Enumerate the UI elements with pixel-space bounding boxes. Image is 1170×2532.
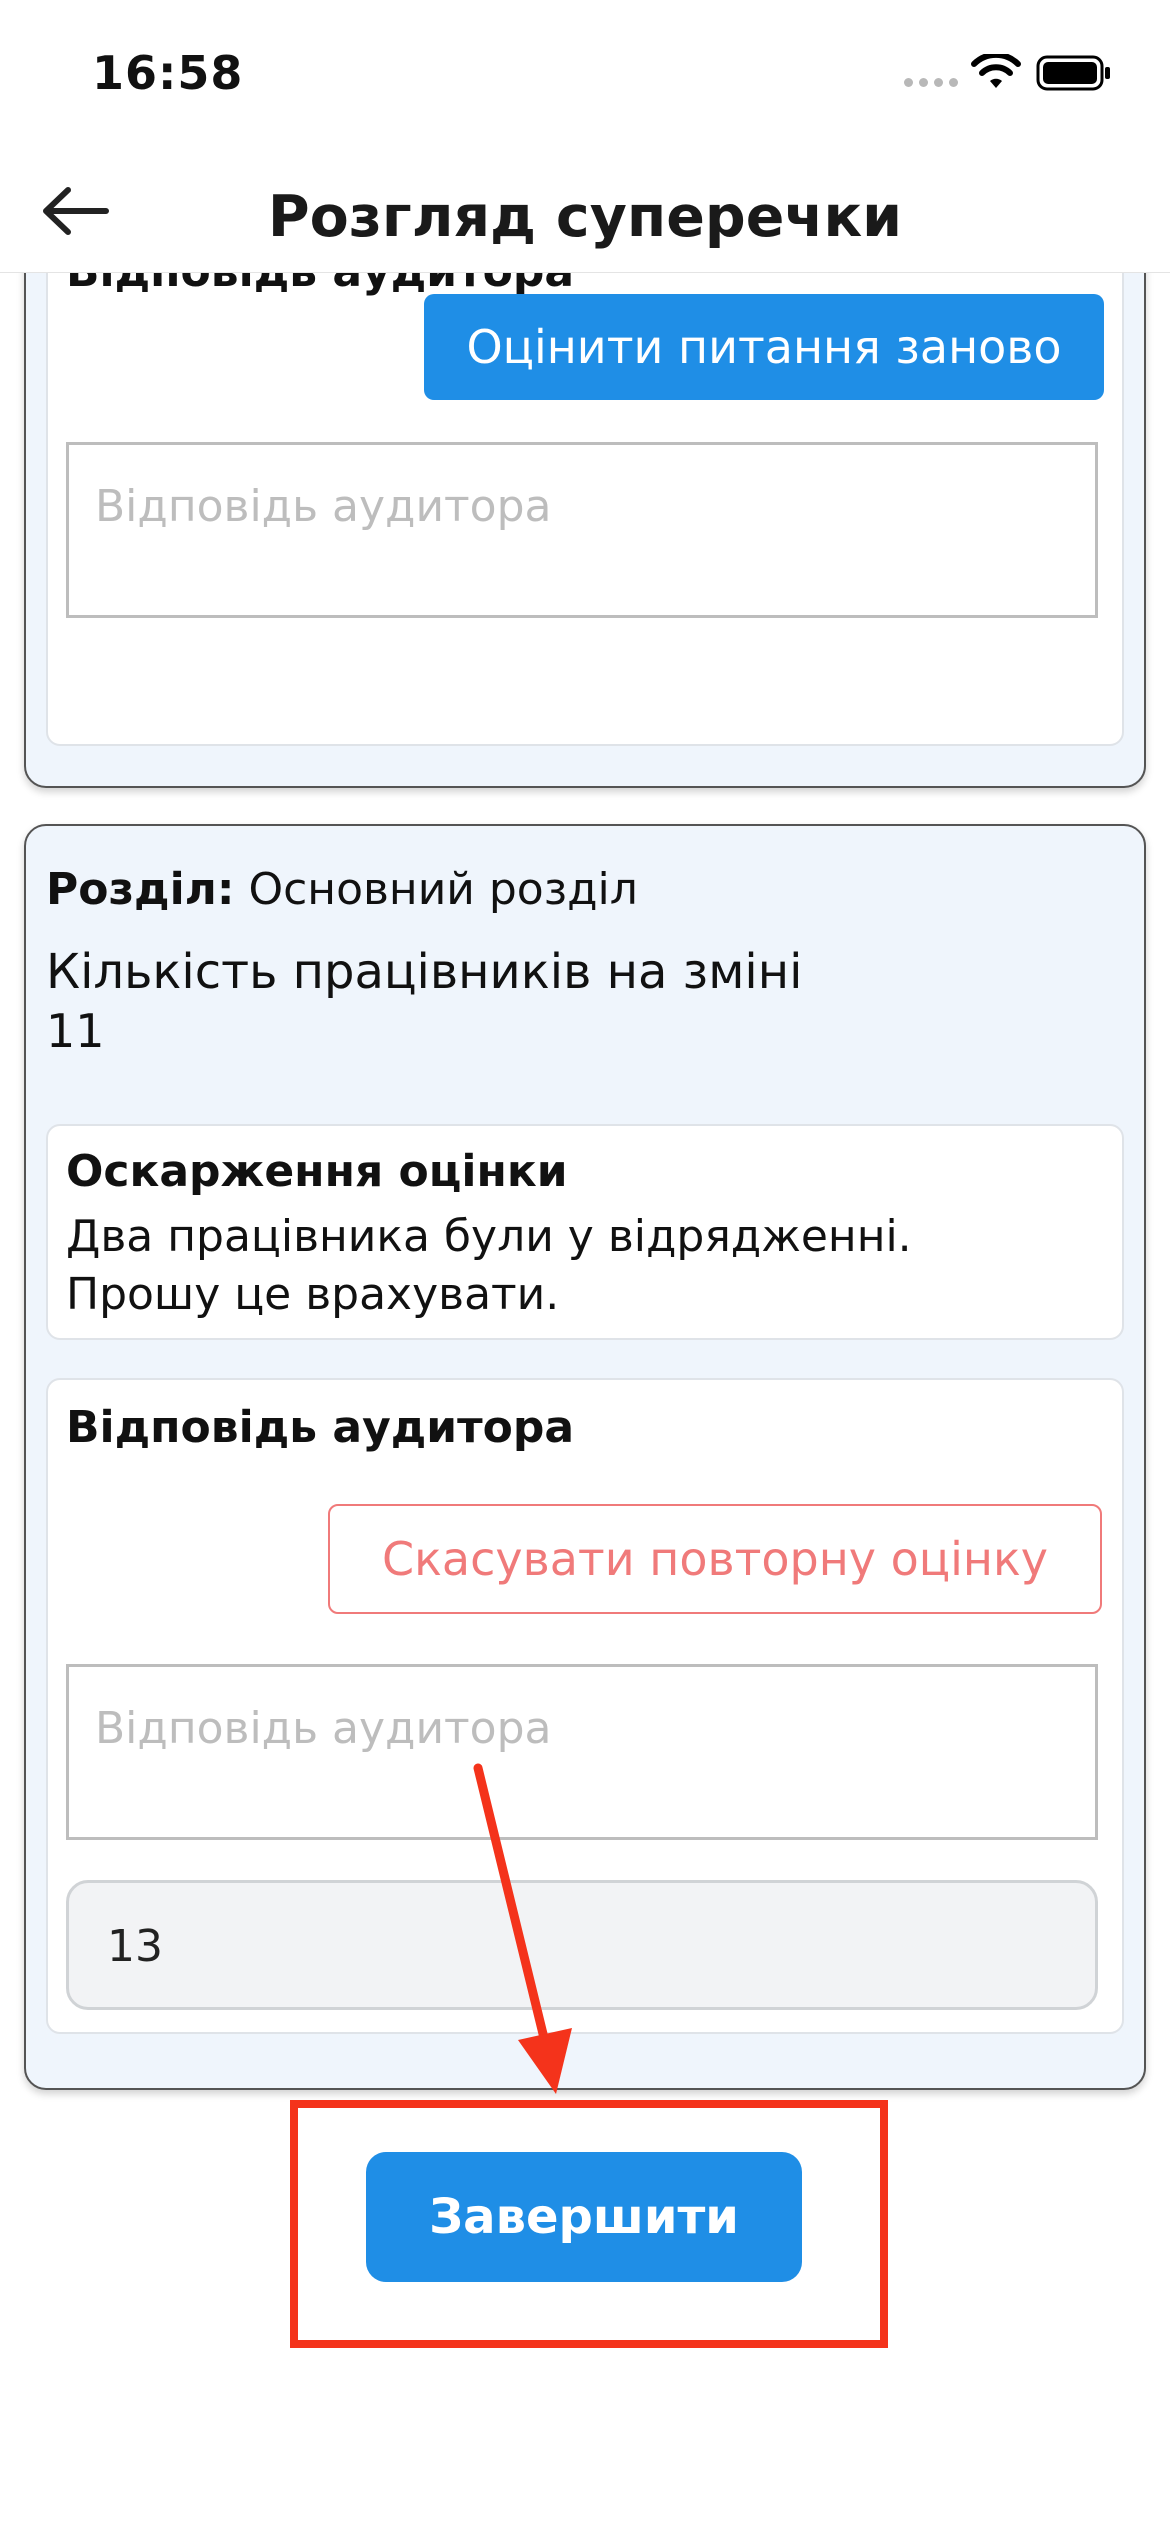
finish-button[interactable]: Завершити (366, 2152, 802, 2282)
appeal-panel: Оскарження оцінки Два працівника були у … (46, 1124, 1124, 1340)
signal-icon (904, 78, 958, 87)
new-answer-value: 13 (107, 1921, 163, 1972)
answer-value: 11 (46, 1004, 105, 1058)
auditor-response-placeholder: Відповідь аудитора (95, 1703, 552, 1754)
battery-icon (1036, 55, 1110, 91)
page-title: Розгляд суперечки (267, 184, 903, 250)
auditor-response-input[interactable]: Відповідь аудитора (66, 442, 1098, 618)
auditor-response-input[interactable]: Відповідь аудитора (66, 1664, 1098, 1840)
wifi-icon (971, 54, 1021, 88)
question-card-previous: Відповідь аудитора Оцінити питання занов… (24, 272, 1146, 788)
appeal-line-1: Два працівника були у відрядженні. (66, 1211, 912, 1262)
cancel-reevaluation-button[interactable]: Скасувати повторну оцінку (328, 1504, 1102, 1614)
appeal-title: Оскарження оцінки (66, 1146, 568, 1197)
auditor-response-title: Відповідь аудитора (66, 1402, 575, 1453)
auditor-response-placeholder: Відповідь аудитора (95, 481, 552, 532)
question-card: Розділ: Основний розділ Кількість праців… (24, 824, 1146, 2090)
appeal-line-2: Прошу це врахувати. (66, 1269, 560, 1320)
nav-header: Розгляд суперечки (0, 150, 1170, 273)
status-time: 16:58 (92, 46, 244, 100)
reevaluate-button[interactable]: Оцінити питання заново (424, 294, 1104, 400)
auditor-response-panel: Відповідь аудитора Оцінити питання занов… (46, 272, 1124, 746)
section-label: Розділ: Основний розділ (46, 864, 638, 915)
question-text: Кількість працівників на зміні (46, 944, 803, 1000)
dispute-content[interactable]: Відповідь аудитора Оцінити питання занов… (0, 272, 1170, 2532)
auditor-response-panel: Відповідь аудитора Скасувати повторну оц… (46, 1378, 1124, 2034)
new-answer-field[interactable]: 13 (66, 1880, 1098, 2010)
status-bar: 16:58 (0, 0, 1170, 150)
